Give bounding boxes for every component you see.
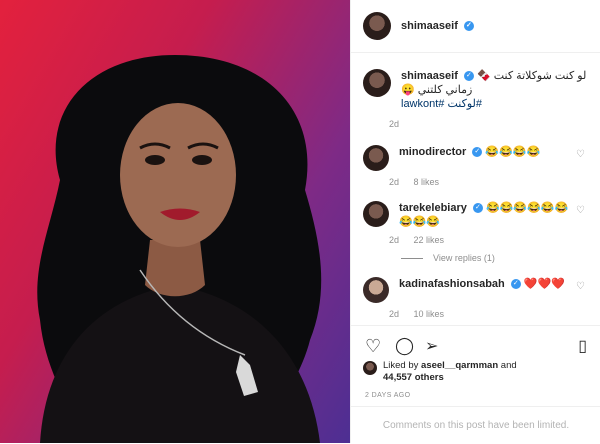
like-comment-heart-icon[interactable]: ♡	[576, 149, 585, 160]
author-avatar[interactable]	[363, 12, 391, 40]
commenter-username[interactable]: minodirector	[399, 146, 466, 158]
view-replies-label[interactable]: View replies (1)	[433, 253, 495, 263]
portrait-illustration	[37, 55, 322, 443]
author-username-text[interactable]: shimaaseif	[401, 20, 458, 32]
comment-item: tarekelebiary ✓ 😂😂😂😂😂😂😂😂😂 ♡	[351, 201, 600, 229]
caption-time[interactable]: 2d	[389, 119, 399, 129]
verified-badge-icon: ✓	[472, 147, 483, 158]
comment-bubble-icon[interactable]: ◯	[395, 336, 414, 356]
comment-meta: 2d 22 likes	[389, 235, 600, 245]
post-caption: shimaaseif ✓ لو كنت شوكلاتة كنت 🍫 زماني …	[351, 53, 600, 111]
instagram-post: shimaaseif ✓ shimaaseif ✓ لو كنت شوكلاتة…	[0, 0, 600, 443]
commenter-avatar[interactable]	[363, 201, 389, 227]
view-replies-button[interactable]: View replies (1)	[401, 253, 600, 263]
comment-time[interactable]: 2d	[389, 309, 399, 319]
post-header: shimaaseif ✓	[351, 0, 600, 53]
post-image[interactable]	[0, 0, 350, 443]
comment-text: ❤️❤️❤️	[523, 278, 565, 290]
like-heart-icon[interactable]: ♡	[365, 336, 381, 357]
comment-text: 😂😂😂😂	[485, 146, 541, 158]
author-username[interactable]: shimaaseif ✓	[401, 20, 474, 32]
comment-meta: 2d 10 likes	[389, 309, 600, 319]
comment-likes[interactable]: 22 likes	[414, 235, 445, 245]
like-comment-heart-icon[interactable]: ♡	[576, 205, 585, 216]
verified-badge-icon: ✓	[463, 21, 474, 32]
comment-time[interactable]: 2d	[389, 177, 399, 187]
liker-username[interactable]: aseel__qarmman	[421, 360, 498, 371]
comments-list[interactable]: shimaaseif ✓ لو كنت شوكلاتة كنت 🍫 زماني …	[351, 53, 600, 325]
commenter-avatar[interactable]	[363, 277, 389, 303]
caption-meta: 2d	[389, 119, 600, 129]
verified-badge-icon: ✓	[463, 71, 474, 82]
caption-avatar[interactable]	[363, 69, 391, 97]
caption-username[interactable]: shimaaseif	[401, 70, 458, 82]
share-paper-plane-icon[interactable]: ➢	[425, 336, 438, 356]
bookmark-icon[interactable]: ▯	[578, 336, 587, 356]
likes-prefix: Liked by	[383, 360, 419, 371]
likes-and: and	[500, 360, 517, 371]
comment-likes[interactable]: 10 likes	[414, 309, 445, 319]
like-comment-heart-icon[interactable]: ♡	[576, 281, 585, 292]
verified-badge-icon: ✓	[510, 279, 521, 290]
verified-badge-icon: ✓	[472, 203, 483, 214]
commenter-avatar[interactable]	[363, 145, 389, 171]
replies-divider	[401, 257, 423, 259]
likes-others-count[interactable]: 44,557 others	[383, 372, 444, 383]
comment-item: kadinafashionsabah ✓ ❤️❤️❤️ ♡	[351, 277, 600, 303]
comments-limited-notice: Comments on this post have been limited.	[351, 406, 600, 444]
commenter-username[interactable]: kadinafashionsabah	[399, 278, 505, 290]
comment-likes[interactable]: 8 likes	[414, 177, 440, 187]
comment-time[interactable]: 2d	[389, 235, 399, 245]
liker-avatar[interactable]	[363, 361, 377, 375]
commenter-username[interactable]: tarekelebiary	[399, 202, 467, 214]
comment-item: minodirector ✓ 😂😂😂😂 ♡	[351, 145, 600, 171]
post-sidebar: shimaaseif ✓ shimaaseif ✓ لو كنت شوكلاتة…	[350, 0, 600, 443]
likes-summary: Liked by aseel__qarmman and 44,557 other…	[363, 360, 517, 384]
caption-hashtags[interactable]: #لوكنت #lawkont	[401, 98, 482, 110]
comment-meta: 2d 8 likes	[389, 177, 600, 187]
post-date[interactable]: 2 DAYS AGO	[365, 392, 411, 399]
likes-text: Liked by aseel__qarmman and 44,557 other…	[383, 360, 517, 384]
